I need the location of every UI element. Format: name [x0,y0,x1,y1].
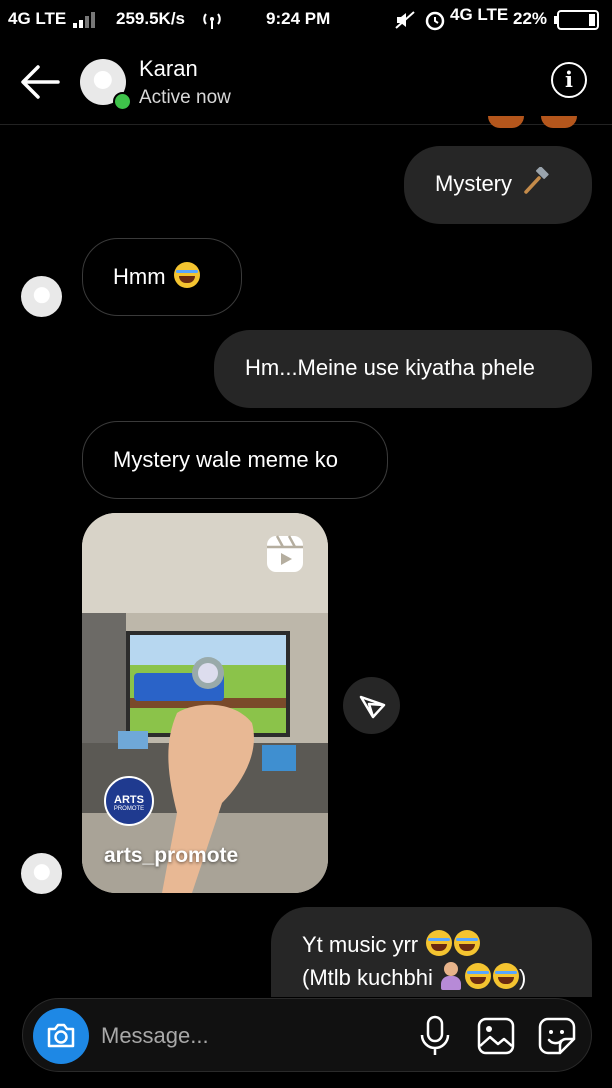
share-button[interactable] [343,677,400,734]
alarm-icon [425,11,445,31]
laughing-emoji-icon [426,930,453,956]
network-label-right: 4G LTE [450,5,509,24]
reels-icon [267,535,303,572]
hotspot-icon [203,13,221,29]
message-bubble-outgoing[interactable]: Hm...Meine use kiyatha phele [214,330,592,408]
laughing-emoji-icon [464,963,491,989]
laughing-emoji-icon [454,930,481,956]
clock: 9:24 PM [266,9,331,28]
chat-header: Karan Active now i [0,40,612,125]
sticker-icon[interactable] [538,1017,576,1055]
microphone-icon[interactable] [419,1015,451,1057]
message-text: (Mtlb kuchbhi [302,965,433,990]
battery-percent: 22% [513,9,548,28]
message-text: Hm...Meine use kiyatha phele [245,355,535,380]
facepalm-emoji-icon [439,962,463,990]
sender-avatar[interactable] [21,853,62,894]
hammer-emoji-icon [524,166,549,194]
share-icon [359,695,386,719]
message-bubble-outgoing[interactable]: Yt music yrr (Mtlb kuchbhi ) [271,907,592,997]
reel-account-name[interactable]: arts_promote [104,844,238,868]
account-avatar[interactable]: ARTS PROMOTE [104,776,154,826]
message-text: Mystery wale meme ko [113,447,338,472]
gallery-icon[interactable] [477,1017,515,1055]
message-bubble-incoming[interactable]: Hmm [82,238,242,316]
online-indicator [113,92,132,111]
message-bubble-outgoing[interactable]: Mystery [404,146,592,224]
reaction-emoji [488,116,524,128]
account-avatar-text: ARTS [114,794,144,806]
message-text: Hmm [113,264,166,289]
message-input[interactable]: Message... [101,1018,401,1054]
info-icon[interactable]: i [551,62,587,98]
network-speed: 259.5K/s [116,9,185,28]
camera-icon [47,1023,75,1048]
laughing-emoji-icon [173,262,200,288]
message-line: (Mtlb kuchbhi ) [302,962,526,994]
account-avatar-subtext: PROMOTE [113,806,145,812]
laughing-emoji-icon [492,963,519,989]
sender-avatar[interactable] [21,276,62,317]
network-label-left: 4G LTE [8,9,67,28]
signal-icon [73,12,95,28]
message-bubble-incoming[interactable]: Mystery wale meme ko [82,421,388,499]
presence-status: Active now [139,87,231,108]
contact-name[interactable]: Karan [139,56,198,82]
back-arrow-icon[interactable] [18,62,62,102]
message-line: Yt music yrr [302,929,481,961]
status-bar: 4G LTE 259.5K/s 9:24 PM 4G LTE 22% [0,0,612,40]
shared-reel[interactable]: ARTS PROMOTE arts_promote [82,513,328,893]
reaction-emoji [541,116,577,128]
message-text: Yt music yrr [302,932,419,957]
battery-icon [554,10,599,30]
mute-icon [395,11,415,29]
camera-button[interactable] [33,1008,89,1064]
message-text: Mystery [435,171,512,196]
